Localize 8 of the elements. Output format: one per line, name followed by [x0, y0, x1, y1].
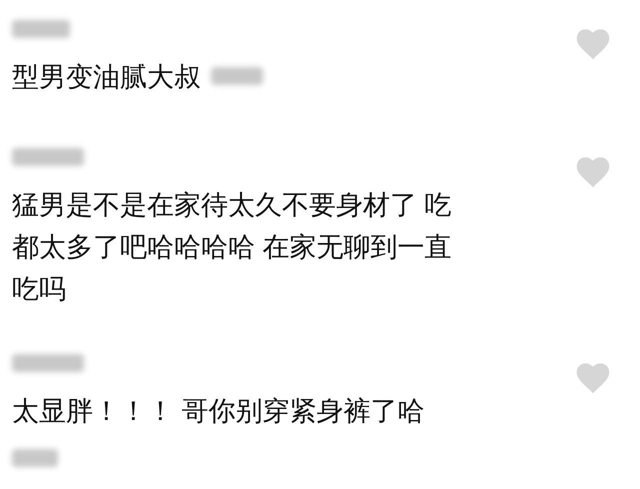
comment-text: 猛男是不是在家待太久不要身材了 吃都太多了吧哈哈哈哈 在家无聊到一直吃吗: [12, 189, 453, 306]
comment-text: 型男变油腻大叔: [12, 61, 201, 94]
blurred-text: [12, 20, 70, 38]
blurred-text: [12, 354, 84, 372]
blurred-text: [12, 148, 84, 166]
blurred-text: [211, 66, 263, 85]
blurred-text: [12, 448, 58, 467]
comment-text: 太显胖！！！ 哥你别穿紧身裤了哈: [12, 395, 425, 428]
